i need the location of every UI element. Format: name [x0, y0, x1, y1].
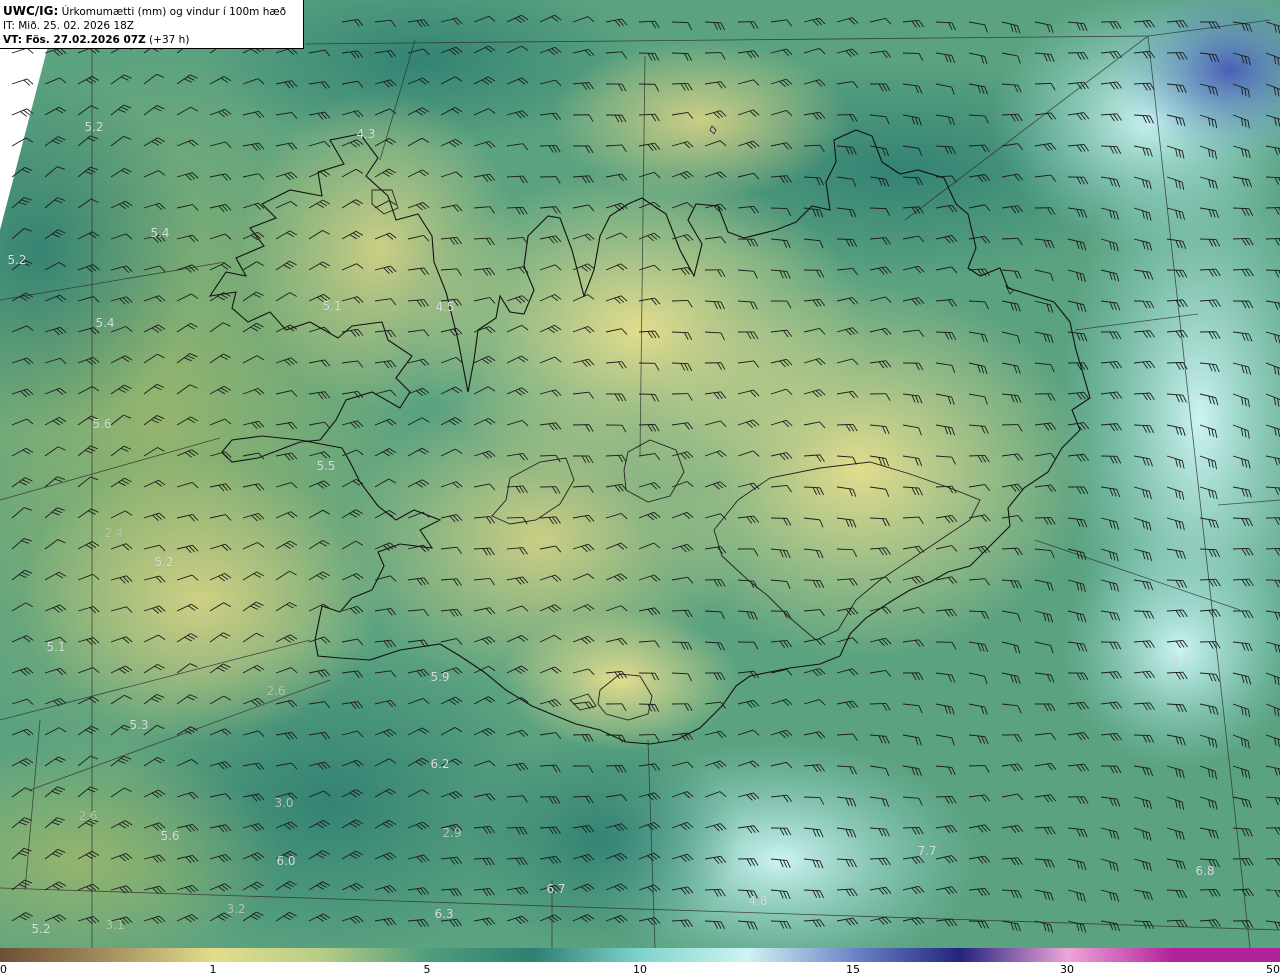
value-label: 5.2	[31, 922, 51, 936]
value-label: 2.9	[442, 826, 462, 840]
colorbar-segment	[1066, 948, 1175, 962]
value-label: 3.0	[274, 796, 294, 810]
value-label: 5.4	[95, 316, 115, 330]
map-canvas	[0, 0, 1280, 948]
colorbar-segment	[320, 948, 428, 962]
value-label: 6.3	[434, 907, 454, 921]
colorbar-tick: 5	[423, 963, 431, 976]
map-title: Úrkomumætti (mm) og vindur í 100m hæð	[61, 6, 287, 18]
model-code: UWC/IG:	[3, 4, 59, 18]
value-label: 4.5	[435, 300, 455, 314]
value-label: 5.2	[84, 120, 104, 134]
colorbar: 0 1 5 10 15 30 50	[0, 948, 1280, 978]
value-label: 5.1	[322, 299, 342, 313]
value-label: 2.6	[78, 809, 98, 823]
value-label: 2.4	[104, 526, 124, 540]
value-label: 6.7	[546, 882, 566, 896]
value-label: 5.5	[316, 459, 336, 473]
value-label: 4.8	[748, 894, 768, 908]
colorbar-tick: 10	[633, 963, 647, 976]
colorbar-segment	[213, 948, 321, 962]
colorbar-tick: 30	[1060, 963, 1074, 976]
forecast-map: 5.2 4.3 5.4 5.2 4.5 5.1 5.4 5.6 5.5 2.4 …	[0, 0, 1280, 948]
colorbar-tick: 0	[0, 963, 7, 976]
value-label: 6.0	[276, 854, 296, 868]
colorbar-tick: 50	[1266, 963, 1280, 976]
value-label: 5.1	[46, 640, 66, 654]
value-label: 5.2	[7, 253, 27, 267]
colorbar-segment	[746, 948, 855, 962]
value-label: 5.9	[430, 670, 450, 684]
value-label: 3.2	[226, 902, 246, 916]
colorbar-segment	[640, 948, 748, 962]
colorbar-tick: 1	[209, 963, 217, 976]
value-label: 7.7	[917, 844, 937, 858]
colorbar-segment	[960, 948, 1068, 962]
colorbar-segment	[106, 948, 215, 962]
value-label: 5.6	[92, 417, 112, 431]
value-label: 3.1	[1170, 653, 1190, 667]
colorbar-segment	[1173, 948, 1280, 962]
initial-time: IT: Mið. 25. 02. 2026 18Z	[3, 20, 134, 32]
colorbar-tick: 15	[846, 963, 860, 976]
colorbar-segment	[853, 948, 961, 962]
value-label: 2.6	[266, 684, 286, 698]
value-label: 4.3	[356, 127, 376, 141]
value-label: 6.8	[1195, 864, 1215, 878]
value-label: 5.3	[129, 718, 149, 732]
map-title-box: UWC/IG: Úrkomumætti (mm) og vindur í 100…	[0, 0, 304, 49]
value-label: 5.2	[154, 555, 174, 569]
value-label: 3.1	[105, 918, 125, 932]
colorbar-segment	[533, 948, 641, 962]
value-label: 5.4	[150, 226, 170, 240]
value-label: 6.2	[430, 757, 450, 771]
colorbar-strip	[0, 948, 1280, 962]
colorbar-segment	[0, 948, 108, 962]
value-label: 5.6	[160, 829, 180, 843]
forecast-offset: (+37 h)	[149, 34, 190, 46]
valid-time: VT: Fös. 27.02.2026 07Z	[3, 34, 146, 46]
colorbar-segment	[426, 948, 535, 962]
